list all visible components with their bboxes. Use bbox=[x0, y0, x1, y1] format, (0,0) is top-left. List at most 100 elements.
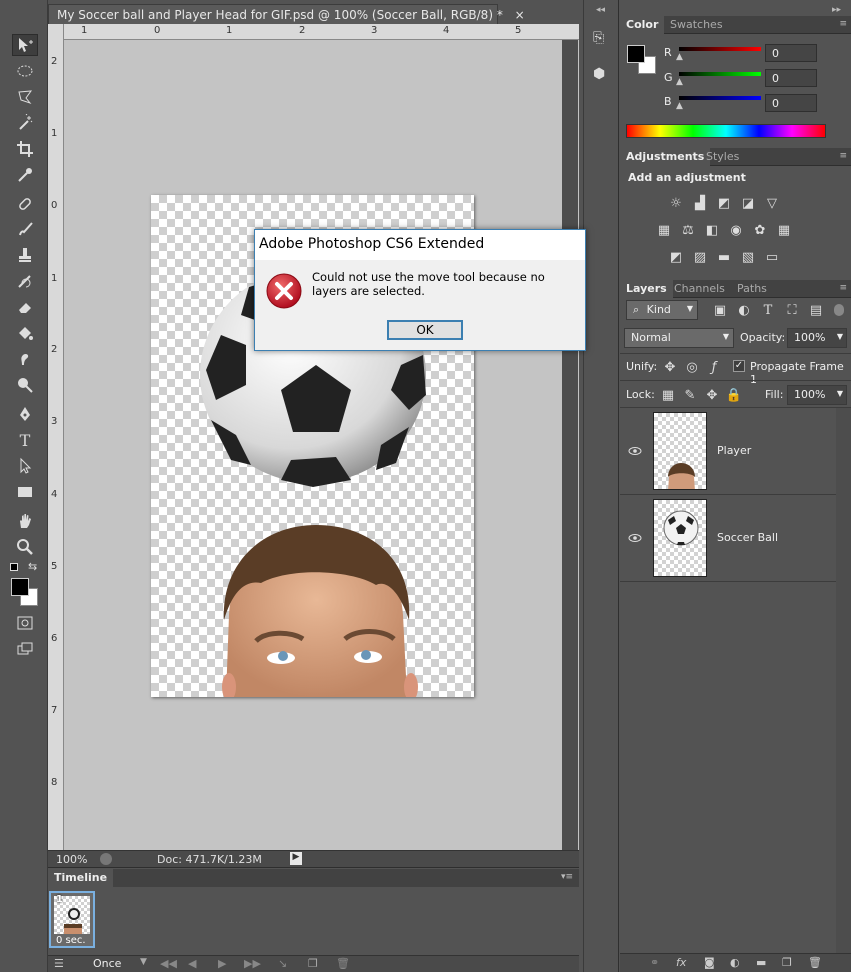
filter-adjustment-icon[interactable]: ◐ bbox=[736, 303, 752, 318]
tab-paths[interactable]: Paths bbox=[731, 280, 773, 298]
layer-row-soccer-ball[interactable]: Soccer Ball bbox=[620, 495, 836, 582]
red-value-input[interactable]: 0 bbox=[765, 44, 817, 62]
tab-adjustments[interactable]: Adjustments bbox=[620, 148, 711, 166]
hue-saturation-icon[interactable]: ▦ bbox=[656, 223, 672, 238]
eraser-tool-icon[interactable] bbox=[12, 296, 38, 318]
color-lookup-icon[interactable]: ▦ bbox=[776, 223, 792, 238]
trash-icon[interactable]: 🗑 bbox=[808, 956, 822, 969]
tab-channels[interactable]: Channels bbox=[668, 280, 731, 298]
convert-frames-icon[interactable]: ☰ bbox=[54, 957, 64, 970]
filter-smart-object-icon[interactable]: ▤ bbox=[808, 303, 824, 318]
tab-color[interactable]: Color bbox=[620, 16, 665, 34]
layers-scrollbar[interactable] bbox=[836, 408, 851, 953]
selective-color-icon[interactable]: ▧ bbox=[740, 250, 756, 265]
tween-icon[interactable]: ↘ bbox=[278, 957, 287, 970]
rectangle-tool-icon[interactable] bbox=[12, 481, 38, 503]
link-layers-icon[interactable]: ⚭ bbox=[650, 956, 659, 969]
dodge-tool-icon[interactable] bbox=[12, 374, 38, 396]
curves-icon[interactable]: ◩ bbox=[716, 196, 732, 211]
zoom-level[interactable]: 100% bbox=[56, 853, 87, 866]
lock-transparency-icon[interactable]: ▦ bbox=[660, 388, 676, 403]
vibrance-icon[interactable]: ▽ bbox=[764, 196, 780, 211]
gradient-map-icon[interactable]: ▭ bbox=[764, 250, 780, 265]
status-menu-arrow-icon[interactable]: ▶ bbox=[290, 852, 302, 865]
history-panel-icon[interactable]: ⎘ bbox=[593, 30, 611, 50]
status-info-icon[interactable] bbox=[100, 853, 112, 865]
previous-frame-icon[interactable]: ◀ bbox=[188, 957, 196, 970]
photo-filter-icon[interactable]: ◉ bbox=[728, 223, 744, 238]
exposure-icon[interactable]: ◪ bbox=[740, 196, 756, 211]
tab-layers[interactable]: Layers bbox=[620, 280, 673, 298]
quick-mask-icon[interactable] bbox=[12, 612, 38, 634]
green-value-input[interactable]: 0 bbox=[765, 69, 817, 87]
new-adjustment-layer-icon[interactable]: ◐ bbox=[730, 956, 740, 969]
unify-position-icon[interactable]: ✥ bbox=[662, 360, 678, 375]
type-tool-icon[interactable]: T bbox=[12, 429, 38, 451]
zoom-tool-icon[interactable] bbox=[12, 536, 38, 558]
layer-style-icon[interactable]: fx bbox=[676, 956, 686, 969]
marquee-tool-icon[interactable] bbox=[12, 60, 38, 82]
panel-menu-icon[interactable]: ≡ bbox=[839, 19, 847, 29]
paint-bucket-tool-icon[interactable] bbox=[12, 322, 38, 344]
brightness-contrast-icon[interactable]: ☼ bbox=[668, 196, 684, 211]
threshold-icon[interactable]: ▬ bbox=[716, 250, 732, 265]
panel-menu-icon[interactable]: ≡ bbox=[839, 151, 847, 161]
lasso-tool-icon[interactable] bbox=[12, 86, 38, 108]
layer-filter-select[interactable]: ⌕ Kind ▼ bbox=[626, 300, 698, 320]
posterize-icon[interactable]: ▨ bbox=[692, 250, 708, 265]
tab-styles[interactable]: Styles bbox=[700, 148, 745, 166]
layer-row-player[interactable]: Player bbox=[620, 408, 836, 495]
screen-mode-icon[interactable] bbox=[12, 638, 38, 660]
lock-position-icon[interactable]: ✥ bbox=[704, 388, 720, 403]
invert-icon[interactable]: ◩ bbox=[668, 250, 684, 265]
filter-pixel-icon[interactable]: ▣ bbox=[712, 303, 728, 318]
filter-toggle[interactable] bbox=[834, 304, 844, 316]
smudge-tool-icon[interactable] bbox=[12, 348, 38, 370]
eyedropper-tool-icon[interactable] bbox=[12, 164, 38, 186]
unify-style-icon[interactable]: ƒ bbox=[706, 360, 722, 375]
timeline-tab[interactable]: Timeline bbox=[48, 869, 114, 887]
magic-wand-tool-icon[interactable] bbox=[12, 112, 38, 134]
swap-colors-icon[interactable]: ⇆ bbox=[28, 560, 37, 573]
color-spectrum-ramp[interactable] bbox=[626, 124, 826, 138]
close-icon[interactable]: × bbox=[515, 8, 525, 22]
panel-menu-icon[interactable]: ▾≡ bbox=[561, 872, 573, 882]
eye-icon[interactable] bbox=[628, 446, 642, 456]
trash-icon[interactable]: 🗑 bbox=[336, 957, 350, 970]
black-white-icon[interactable]: ◧ bbox=[704, 223, 720, 238]
animation-frame[interactable]: 1 0 sec. bbox=[49, 891, 95, 948]
red-slider[interactable] bbox=[679, 47, 761, 51]
slider-handle-icon[interactable]: ▲ bbox=[676, 52, 683, 62]
move-tool-icon[interactable] bbox=[12, 34, 38, 56]
add-mask-icon[interactable]: ◙ bbox=[704, 956, 715, 969]
clone-stamp-tool-icon[interactable] bbox=[12, 244, 38, 266]
3d-panel-icon[interactable]: ⬢ bbox=[593, 66, 611, 86]
layer-name[interactable]: Player bbox=[717, 444, 751, 457]
collapse-panels-icon[interactable]: ◂◂ bbox=[596, 5, 605, 15]
blue-slider[interactable] bbox=[679, 96, 761, 100]
slider-handle-icon[interactable]: ▲ bbox=[676, 101, 683, 111]
foreground-color-swatch[interactable] bbox=[11, 578, 29, 596]
pen-tool-icon[interactable] bbox=[12, 403, 38, 425]
ok-button[interactable]: OK bbox=[387, 320, 463, 340]
blue-value-input[interactable]: 0 bbox=[765, 94, 817, 112]
opacity-input[interactable]: 100% ▼ bbox=[787, 328, 847, 348]
levels-icon[interactable]: ▟ bbox=[692, 196, 708, 211]
new-frame-icon[interactable]: ❐ bbox=[308, 957, 318, 970]
history-brush-tool-icon[interactable] bbox=[12, 270, 38, 292]
lock-image-icon[interactable]: ✎ bbox=[682, 388, 698, 403]
path-selection-tool-icon[interactable] bbox=[12, 455, 38, 477]
default-colors-icon[interactable] bbox=[10, 563, 18, 571]
brush-tool-icon[interactable] bbox=[12, 218, 38, 240]
filter-type-icon[interactable]: T bbox=[760, 303, 776, 318]
next-frame-icon[interactable]: ▶▶ bbox=[244, 957, 261, 970]
green-slider[interactable] bbox=[679, 72, 761, 76]
collapse-right-icon[interactable]: ▸▸ bbox=[832, 5, 841, 15]
frame-delay[interactable]: 0 sec. bbox=[56, 935, 86, 946]
foreground-color-swatch[interactable] bbox=[627, 45, 645, 63]
document-tab[interactable]: My Soccer ball and Player Head for GIF.p… bbox=[48, 4, 525, 24]
filter-shape-icon[interactable]: ⛶ bbox=[784, 303, 800, 318]
new-group-icon[interactable]: ▬ bbox=[756, 956, 766, 969]
propagate-checkbox[interactable]: ✓ bbox=[733, 360, 745, 372]
first-frame-icon[interactable]: ◀◀ bbox=[160, 957, 177, 970]
